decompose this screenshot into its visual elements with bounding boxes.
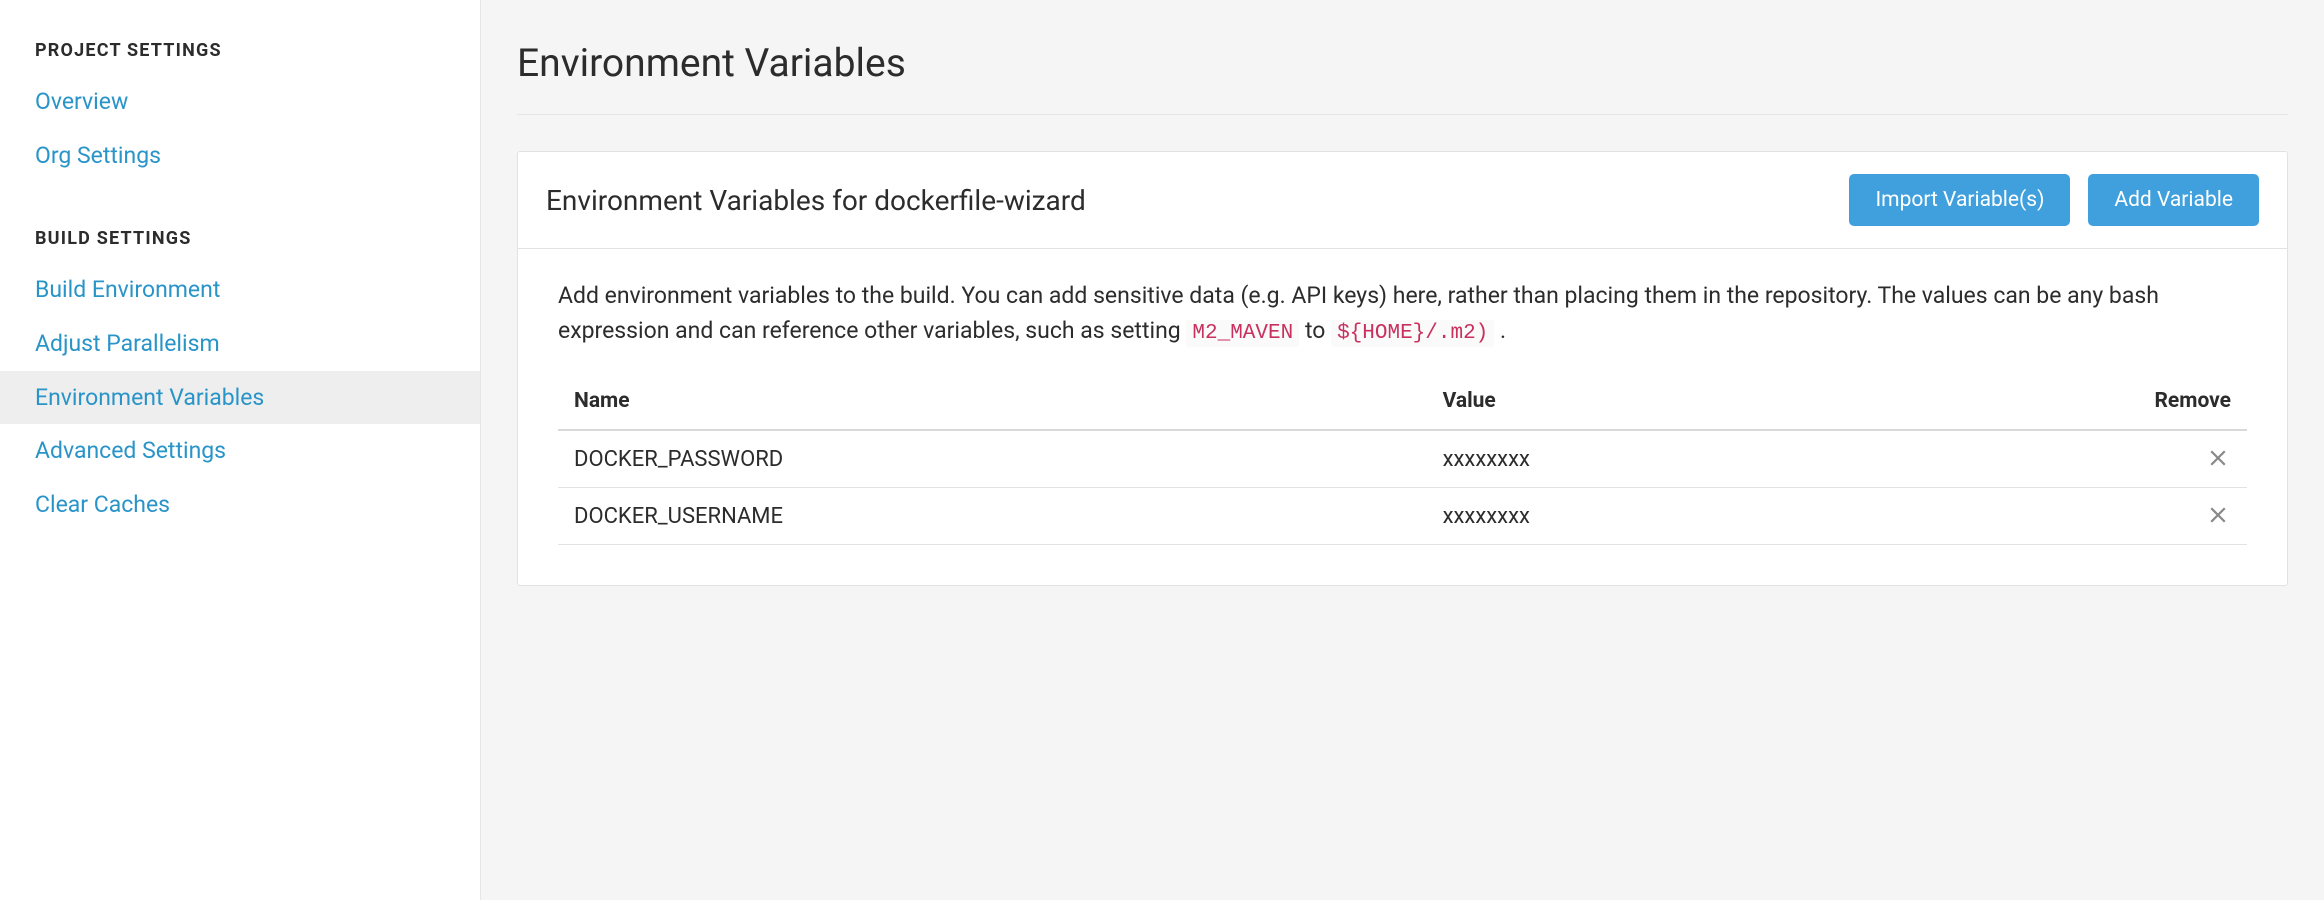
layout: PROJECT SETTINGS Overview Org Settings B… — [0, 0, 2324, 900]
table-row: DOCKER_USERNAME xxxxxxxx — [558, 488, 2247, 545]
table-row: DOCKER_PASSWORD xxxxxxxx — [558, 430, 2247, 488]
sidebar-item-overview[interactable]: Overview — [0, 75, 480, 129]
env-var-value: xxxxxxxx — [1427, 488, 1857, 545]
sidebar-item-environment-variables[interactable]: Environment Variables — [0, 371, 480, 425]
description-text-2: to — [1305, 317, 1331, 344]
code-m2-maven: M2_MAVEN — [1186, 320, 1299, 347]
close-icon — [2209, 506, 2227, 524]
section-heading-project: PROJECT SETTINGS — [0, 40, 480, 75]
remove-button[interactable] — [2205, 445, 2231, 471]
main: Environment Variables Environment Variab… — [480, 0, 2324, 900]
sidebar: PROJECT SETTINGS Overview Org Settings B… — [0, 0, 480, 900]
button-group: Import Variable(s) Add Variable — [1849, 174, 2259, 226]
code-home-m2: ${HOME}/.m2) — [1331, 320, 1494, 347]
sidebar-item-adjust-parallelism[interactable]: Adjust Parallelism — [0, 317, 480, 371]
sidebar-item-org-settings[interactable]: Org Settings — [0, 129, 480, 183]
description-text-3: . — [1500, 317, 1506, 344]
remove-cell — [1856, 488, 2247, 545]
nav-list-project: Overview Org Settings — [0, 75, 480, 183]
page-title: Environment Variables — [517, 40, 2288, 115]
env-variables-card: Environment Variables for dockerfile-wiz… — [517, 151, 2288, 586]
env-var-name: DOCKER_USERNAME — [558, 488, 1427, 545]
import-variables-button[interactable]: Import Variable(s) — [1849, 174, 2070, 226]
env-variables-table: Name Value Remove DOCKER_PASSWORD xxxxxx… — [558, 379, 2247, 545]
description: Add environment variables to the build. … — [558, 279, 2247, 349]
remove-button[interactable] — [2205, 502, 2231, 528]
sidebar-item-build-environment[interactable]: Build Environment — [0, 263, 480, 317]
env-var-name: DOCKER_PASSWORD — [558, 430, 1427, 488]
column-name: Name — [558, 379, 1427, 430]
add-variable-button[interactable]: Add Variable — [2088, 174, 2259, 226]
sidebar-item-advanced-settings[interactable]: Advanced Settings — [0, 424, 480, 478]
env-var-value: xxxxxxxx — [1427, 430, 1857, 488]
card-header: Environment Variables for dockerfile-wiz… — [518, 152, 2287, 249]
column-value: Value — [1427, 379, 1857, 430]
column-remove: Remove — [1856, 379, 2247, 430]
card-body: Add environment variables to the build. … — [518, 249, 2287, 585]
card-title: Environment Variables for dockerfile-wiz… — [546, 184, 1086, 217]
sidebar-section-project: PROJECT SETTINGS Overview Org Settings — [0, 40, 480, 183]
sidebar-section-build: BUILD SETTINGS Build Environment Adjust … — [0, 228, 480, 532]
close-icon — [2209, 449, 2227, 467]
sidebar-item-clear-caches[interactable]: Clear Caches — [0, 478, 480, 532]
nav-list-build: Build Environment Adjust Parallelism Env… — [0, 263, 480, 532]
remove-cell — [1856, 430, 2247, 488]
section-heading-build: BUILD SETTINGS — [0, 228, 480, 263]
table-header-row: Name Value Remove — [558, 379, 2247, 430]
